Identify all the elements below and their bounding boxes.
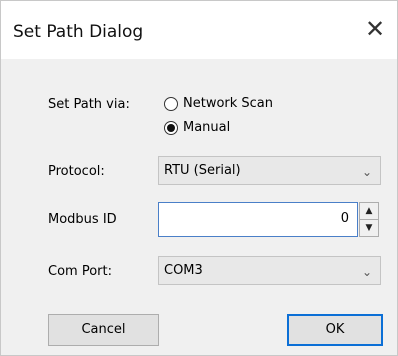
chevron-down-icon: ⌄ [361,265,372,279]
set-path-label: Set Path via: [48,97,130,112]
close-icon[interactable]: ✕ [361,15,389,43]
modbus-id-spinner[interactable]: ▲ ▼ [359,202,379,237]
modbus-id-value: 0 [340,211,349,226]
protocol-select[interactable]: RTU (Serial) ⌄ [158,156,381,185]
radio-network-scan-label[interactable]: Network Scan [183,96,273,111]
radio-manual-label[interactable]: Manual [183,120,230,135]
ok-button[interactable]: OK [287,314,383,346]
radio-manual[interactable] [164,121,178,135]
arrow-up-icon[interactable]: ▲ [360,203,378,220]
radio-network-scan[interactable] [164,97,178,111]
modbus-id-input[interactable]: 0 [158,202,358,237]
modbus-id-label: Modbus ID [48,212,117,227]
set-path-dialog: Set Path Dialog ✕ Set Path via: Network … [0,0,398,356]
chevron-down-icon: ⌄ [361,165,372,179]
com-port-select[interactable]: COM3 ⌄ [158,256,381,285]
protocol-value: RTU (Serial) [164,163,241,178]
title-bar: Set Path Dialog ✕ [1,1,397,59]
arrow-down-icon[interactable]: ▼ [360,220,378,236]
dialog-title: Set Path Dialog [13,22,144,42]
com-port-value: COM3 [164,263,203,278]
cancel-button[interactable]: Cancel [48,314,159,346]
protocol-label: Protocol: [48,164,105,179]
com-port-label: Com Port: [48,264,112,279]
